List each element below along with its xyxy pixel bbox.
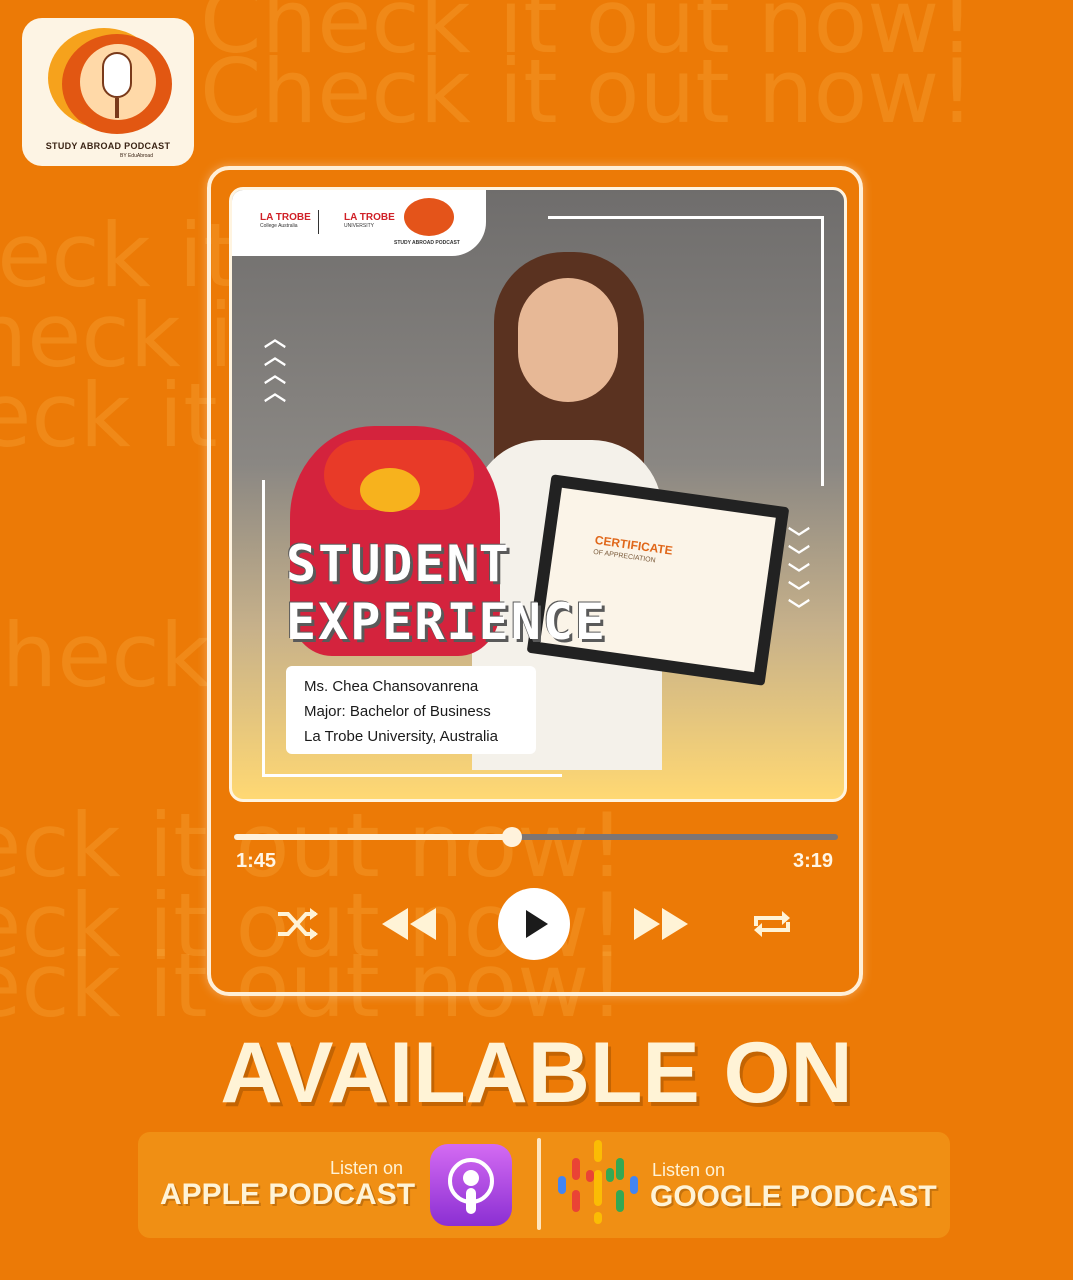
rewind-icon: [382, 908, 436, 940]
episode-title-line-2: EXPERIENCE: [286, 593, 608, 651]
google-bar: [572, 1190, 580, 1212]
google-bar: [630, 1176, 638, 1194]
frame-line: [821, 216, 824, 486]
chevron-up-icon: ︿ ︿ ︿ ︿: [264, 326, 287, 405]
apple-podcast-link[interactable]: APPLE PODCAST: [160, 1178, 415, 1212]
partner-logos-bar: LA TROBE College Australia LA TROBE UNIV…: [232, 190, 486, 256]
google-bar: [572, 1158, 580, 1180]
fast-forward-button[interactable]: [630, 896, 694, 952]
google-bar: [586, 1170, 594, 1182]
apple-podcasts-icon[interactable]: [430, 1144, 512, 1226]
google-bar: [616, 1190, 624, 1212]
student-info-card: Ms. Chea Chansovanrena Major: Bachelor o…: [286, 666, 536, 754]
episode-cover: CERTIFICATE OF APPRECIATION ︿ ︿ ︿ ︿ ﹀ ﹀ ﹀ ﹀ ﹀ L…: [229, 187, 847, 802]
repeat-icon: [754, 911, 790, 937]
divider: [318, 210, 319, 234]
logo-title: STUDY ABROAD PODCAST: [45, 141, 171, 151]
microphone-stand: [115, 98, 119, 118]
partner-logo-college-sub: College Australia: [260, 223, 298, 229]
apple-podcasts-dot: [463, 1170, 479, 1186]
total-time: 3:19: [793, 850, 834, 872]
chevron-down-icon: ﹀ ﹀ ﹀ ﹀ ﹀: [788, 526, 811, 623]
progress-fill: [234, 834, 512, 840]
shuffle-icon: [278, 908, 318, 940]
student-name: Ms. Chea Chansovanrena: [304, 678, 479, 695]
progress-handle[interactable]: [501, 827, 522, 847]
google-bar: [616, 1158, 624, 1180]
apple-podcasts-stem: [466, 1188, 476, 1214]
sunflower: [360, 468, 420, 512]
podcast-logo: STUDY ABROAD PODCAST BY EduAbroad: [22, 18, 194, 166]
frame-line: [262, 774, 562, 777]
student-major: Major: Bachelor of Business: [304, 703, 491, 720]
google-bar: [558, 1176, 566, 1194]
play-button[interactable]: [498, 888, 570, 960]
partner-logo-university: LA TROBE: [344, 212, 395, 223]
google-podcast-link[interactable]: GOOGLE PODCAST: [650, 1180, 937, 1214]
podcast-mini-logo: [404, 198, 454, 236]
logo-byline: BY EduAbroad: [120, 153, 153, 159]
rewind-button[interactable]: [376, 896, 440, 952]
apple-listen-label: Listen on: [330, 1158, 404, 1178]
google-bar: [606, 1168, 614, 1182]
shuffle-button[interactable]: [270, 896, 326, 952]
google-listen-label: Listen on: [652, 1160, 726, 1180]
certificate-frame: CERTIFICATE OF APPRECIATION: [526, 474, 790, 686]
repeat-button[interactable]: [744, 896, 800, 952]
student-university: La Trobe University, Australia: [304, 728, 498, 745]
available-on-headline: AVAILABLE ON: [220, 1025, 853, 1121]
partner-logo-university-sub: UNIVERSITY: [344, 223, 375, 229]
badge-divider: [537, 1138, 541, 1230]
fast-forward-icon: [634, 908, 688, 940]
google-bar: [594, 1212, 602, 1224]
frame-line: [262, 480, 265, 776]
current-time: 1:45: [236, 850, 277, 872]
bg-text-line: Check it out now!: [200, 0, 975, 73]
partner-logo-college: LA TROBE: [260, 212, 311, 223]
frame-line: [548, 216, 824, 219]
microphone-icon: [102, 52, 132, 98]
google-bar: [594, 1170, 602, 1206]
podcast-mini-logo-text: STUDY ABROAD PODCAST: [394, 240, 460, 246]
google-bar: [594, 1140, 602, 1162]
student-face: [518, 278, 618, 402]
episode-title-line-1: STUDENT: [286, 535, 511, 593]
bg-text-line: Check it out now!: [200, 40, 975, 143]
play-icon: [526, 910, 548, 938]
